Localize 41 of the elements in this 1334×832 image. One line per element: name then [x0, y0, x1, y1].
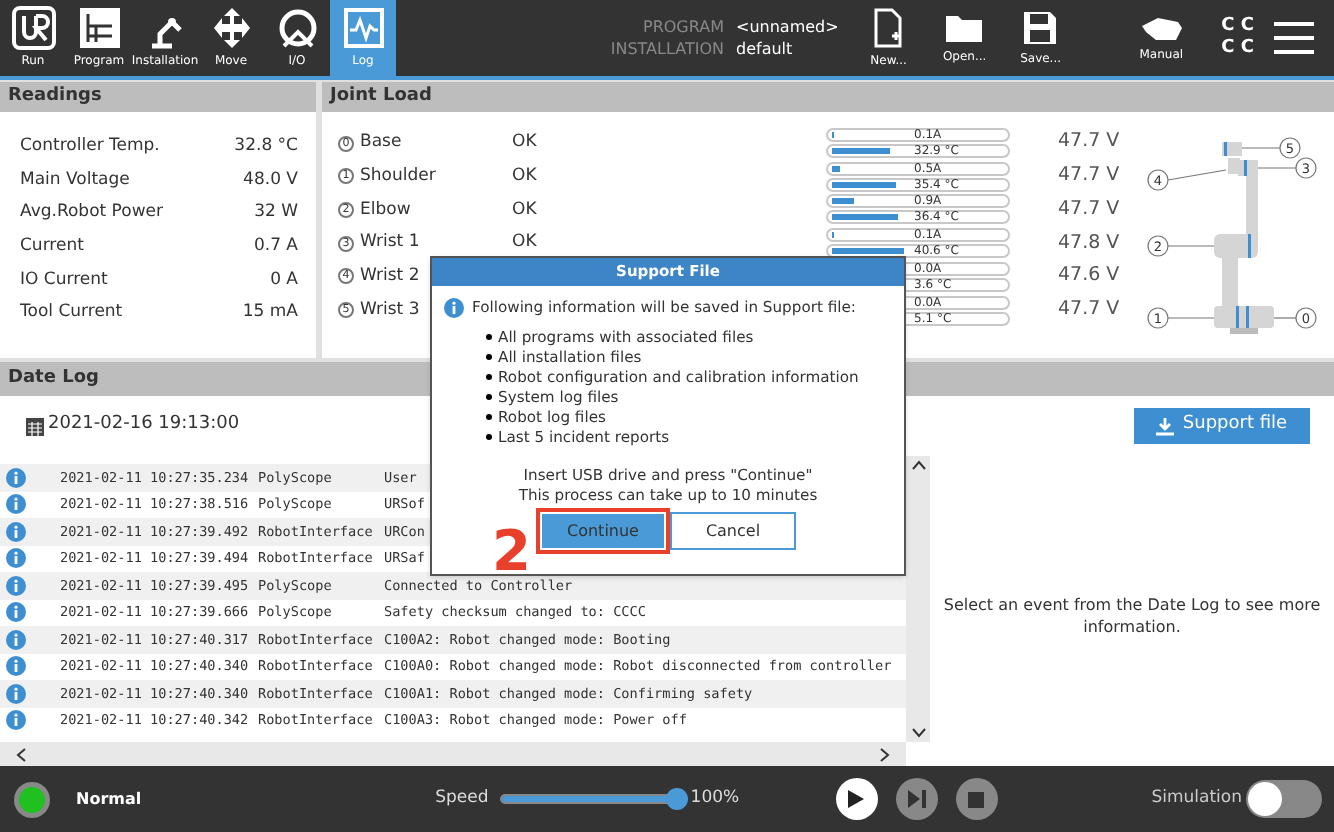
- joint-voltage: 47.7 V: [1058, 128, 1122, 157]
- reading-label: Tool Current: [20, 300, 125, 327]
- joint-name: Elbow: [360, 199, 411, 220]
- installation-name: default: [736, 38, 793, 60]
- joint-voltage: 47.8 V: [1058, 229, 1122, 258]
- joint-voltage: 47.7 V: [1058, 295, 1122, 324]
- joint-name: Wrist 1: [360, 232, 420, 253]
- joint-status: OK: [512, 130, 539, 156]
- reading-value: 32 W: [252, 200, 298, 227]
- reading-label: Avg.Robot Power: [20, 200, 165, 227]
- joint-status: OK: [512, 197, 539, 223]
- simulation-label: Simulation: [1151, 786, 1242, 812]
- detail-hint: Select an event from the Date Log to see more information.: [941, 593, 1323, 637]
- joint-name: Shoulder: [360, 165, 436, 186]
- reading-value: 15 mA: [240, 300, 298, 327]
- panel-title: Joint Load: [322, 82, 1334, 112]
- reading-label: IO Current: [20, 267, 110, 293]
- joint-voltage: 47.6 V: [1058, 262, 1122, 291]
- log-date: 2021-02-16 19:13:00: [48, 412, 240, 439]
- checksum: C C C C: [1221, 14, 1254, 62]
- reading-value: 0 A: [268, 267, 298, 293]
- reading-label: Main Voltage: [20, 167, 132, 193]
- joint-status: OK: [512, 230, 539, 257]
- joint-name: Wrist 2: [360, 265, 420, 286]
- reading-value: 32.8 °C: [232, 133, 298, 160]
- reading-label: Current: [20, 234, 86, 260]
- joint-voltage: 47.7 V: [1058, 195, 1122, 224]
- joint-status: OK: [512, 163, 539, 190]
- joint-name: Wrist 3: [360, 299, 420, 320]
- reading-value: 48.0 V: [241, 167, 298, 193]
- program-name: <unnamed>: [736, 16, 839, 38]
- speed-value: 100%: [690, 786, 740, 812]
- joint-voltage: 47.7 V: [1058, 162, 1122, 191]
- speed-label: Speed: [435, 786, 489, 812]
- installation-label: INSTALLATION: [608, 38, 724, 60]
- joint-name: Base: [360, 132, 402, 153]
- reading-value: 0.7 A: [251, 234, 298, 260]
- reading-label: Controller Temp.: [20, 133, 162, 160]
- robot-status: Normal: [76, 787, 142, 811]
- program-label: PROGRAM: [641, 16, 724, 38]
- panel-title: Readings: [0, 82, 316, 112]
